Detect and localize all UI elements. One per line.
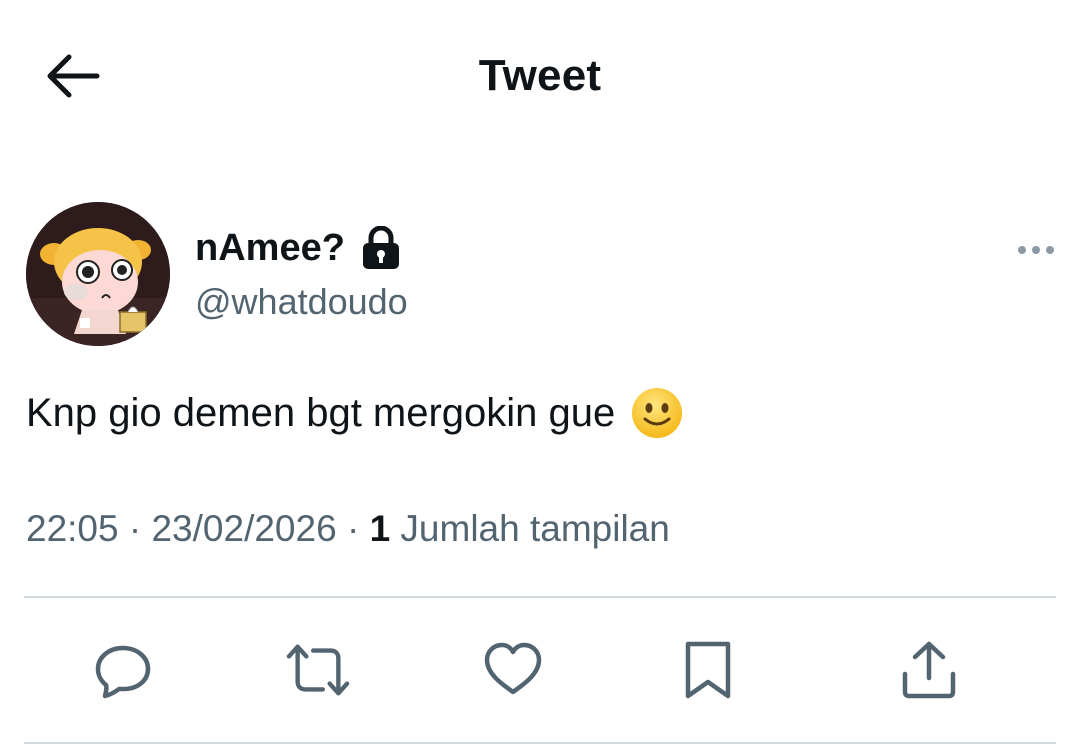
bookmark-button[interactable]: [676, 638, 740, 702]
divider: [24, 742, 1056, 744]
retweet-icon: [286, 644, 350, 696]
view-label: Jumlah tampilan: [390, 508, 670, 549]
more-options-button[interactable]: [1010, 232, 1062, 268]
more-horizontal-icon: [1018, 246, 1054, 254]
tweet-date[interactable]: 23/02/2026: [151, 508, 336, 549]
slightly-smiling-face-icon: [631, 387, 683, 439]
divider: [24, 596, 1056, 598]
like-button[interactable]: [481, 638, 545, 702]
meta-separator: ·: [336, 508, 370, 549]
tweet-meta: 22:05 · 23/02/2026 · 1 Jumlah tampilan: [26, 504, 670, 554]
avatar[interactable]: [26, 202, 170, 346]
retweet-button[interactable]: [286, 638, 350, 702]
tweet-text-content: Knp gio demen bgt mergokin gue: [26, 391, 616, 435]
display-name[interactable]: nAmee?: [195, 222, 345, 274]
bookmark-icon: [685, 641, 731, 699]
user-handle[interactable]: @whatdoudo: [195, 280, 408, 324]
top-bar: Tweet: [0, 0, 1080, 150]
page-title: Tweet: [478, 51, 602, 100]
author-name-row[interactable]: nAmee?: [195, 222, 401, 274]
share-icon: [902, 641, 956, 699]
cartoon-avatar-image: [26, 202, 170, 346]
tweet-actions: [0, 610, 1080, 730]
tweet-text: Knp gio demen bgt mergokin gue: [26, 386, 683, 440]
reply-icon: [95, 645, 151, 699]
lock-icon: [361, 226, 401, 270]
view-count: 1: [369, 508, 391, 549]
meta-separator: ·: [118, 508, 152, 549]
reply-button[interactable]: [91, 638, 155, 702]
share-button[interactable]: [897, 638, 961, 702]
tweet-time[interactable]: 22:05: [26, 508, 119, 549]
heart-icon: [484, 642, 542, 695]
